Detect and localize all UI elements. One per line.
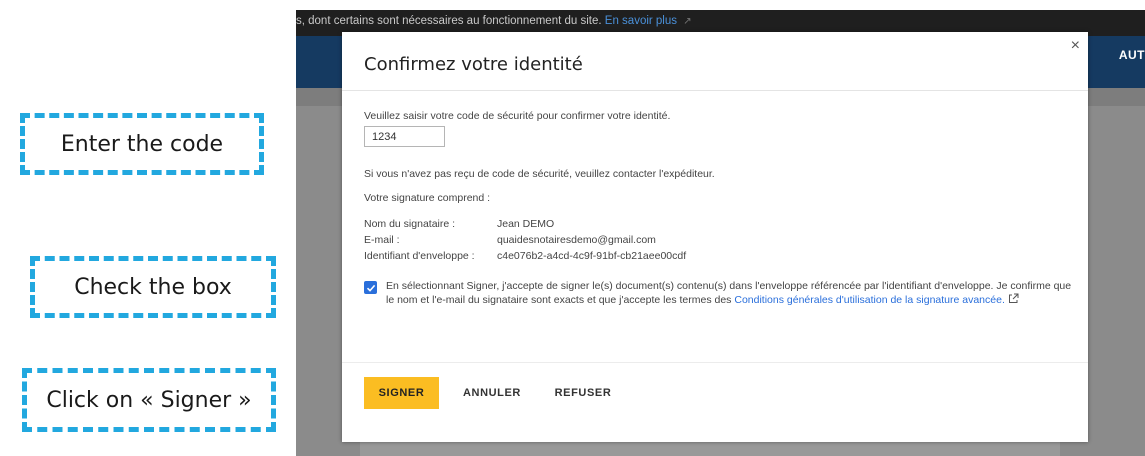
header-divider [342, 90, 1088, 91]
security-code-input[interactable] [364, 126, 445, 147]
consent-statement: En sélectionnant Signer, j'accepte de si… [386, 280, 1076, 306]
callout-enter-code-label: Enter the code [60, 131, 224, 157]
signer-email-label: E-mail : [364, 234, 400, 246]
signer-name-value: Jean DEMO [497, 218, 555, 230]
checkmark-icon [366, 284, 375, 292]
signer-name-label: Nom du signataire : [364, 218, 456, 230]
cookie-learn-more-link[interactable]: En savoir plus [605, 15, 677, 27]
consent-checkbox[interactable] [364, 281, 377, 294]
terms-link[interactable]: Conditions générales d'utilisation de la… [734, 294, 1005, 306]
envelope-id-label: Identifiant d'enveloppe : [364, 250, 475, 262]
signer-email-value: quaidesnotairesdemo@gmail.com [497, 234, 656, 246]
external-link-icon [1008, 293, 1019, 303]
no-code-text: Si vous n'avez pas reçu de code de sécur… [364, 168, 715, 180]
nav-menu-item[interactable]: AUT [1119, 48, 1145, 62]
callout-click-signer: Click on « Signer » [22, 368, 276, 432]
cookie-banner-text: s, dont certains sont nécessaires au fon… [296, 15, 602, 27]
callout-check-box-label: Check the box [74, 274, 232, 300]
cancel-button[interactable]: ANNULER [452, 377, 532, 409]
refuse-button[interactable]: REFUSER [548, 377, 618, 409]
sign-button[interactable]: SIGNER [364, 377, 439, 409]
signature-heading: Votre signature comprend : [364, 192, 491, 204]
footer-divider [342, 362, 1088, 363]
identity-confirmation-dialog: × Confirmez votre identité Veuillez sais… [342, 32, 1088, 442]
callout-check-box: Check the box [30, 256, 276, 318]
dialog-title: Confirmez votre identité [364, 54, 583, 75]
external-link-icon: ↗ [683, 16, 692, 27]
close-icon[interactable]: × [1071, 38, 1080, 54]
envelope-id-value: c4e076b2-a4cd-4c9f-91bf-cb21aee00cdf [497, 250, 687, 262]
callout-click-signer-label: Click on « Signer » [46, 387, 252, 413]
code-prompt-text: Veuillez saisir votre code de sécurité p… [364, 110, 671, 122]
callout-enter-code: Enter the code [20, 113, 264, 175]
